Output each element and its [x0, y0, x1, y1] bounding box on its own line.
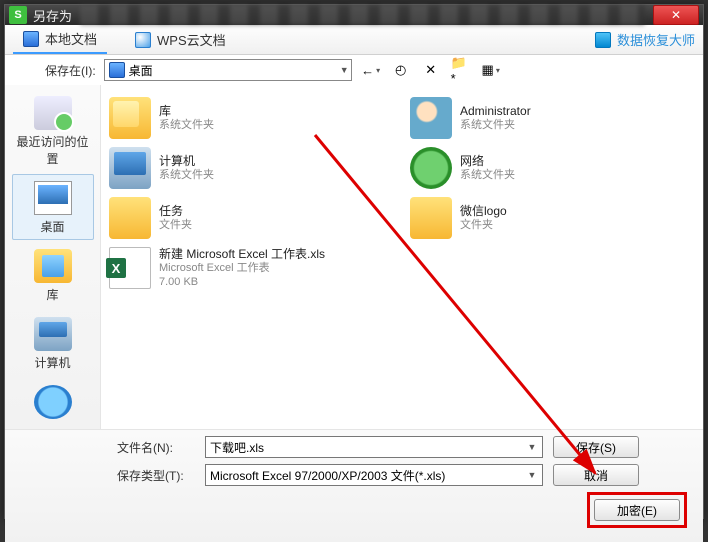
item-type: 系统文件夹	[159, 119, 214, 133]
list-item[interactable]: Administrator 系统文件夹	[408, 93, 697, 143]
save-button[interactable]: 保存(S)	[553, 436, 639, 458]
back-button[interactable]: ←	[360, 59, 382, 81]
dialog-body: 最近访问的位置 桌面 库 计算机	[5, 85, 703, 429]
place-label: 桌面	[40, 220, 64, 234]
title-bar: S 另存为 ✕	[5, 5, 703, 25]
place-desktop[interactable]: 桌面	[12, 174, 94, 240]
location-row: 保存在(I): 桌面 ▼ ← ◴ ✕ 📁* ▦	[5, 55, 703, 85]
item-type: 系统文件夹	[159, 169, 214, 183]
computer-item-icon	[109, 147, 151, 189]
monitor-icon	[23, 31, 39, 47]
place-libraries[interactable]: 库	[12, 242, 94, 308]
item-size: 7.00 KB	[159, 276, 325, 290]
list-item[interactable]: 库 系统文件夹	[107, 93, 396, 143]
filename-label: 文件名(N):	[117, 439, 195, 456]
delete-button[interactable]: ✕	[420, 59, 442, 81]
place-computer[interactable]: 计算机	[12, 310, 94, 376]
desktop-icon	[109, 62, 125, 78]
tab-local-label: 本地文档	[45, 29, 97, 48]
filetype-label: 保存类型(T):	[117, 467, 195, 484]
chevron-down-icon: ▼	[524, 470, 540, 480]
desktop-place-icon	[34, 181, 72, 215]
close-icon: ✕	[671, 8, 681, 22]
libraries-icon	[34, 249, 72, 283]
computer-icon	[34, 317, 72, 351]
app-icon: S	[9, 6, 27, 24]
back-icon: ←	[361, 63, 374, 78]
excel-file-icon	[109, 247, 151, 289]
places-sidebar: 最近访问的位置 桌面 库 计算机	[5, 85, 101, 429]
place-network[interactable]	[12, 378, 94, 427]
list-item[interactable]: 网络 系统文件夹	[408, 143, 697, 193]
item-name: Administrator	[460, 104, 531, 119]
item-name: 微信logo	[460, 204, 507, 219]
save-in-value: 桌面	[129, 62, 153, 79]
delete-icon: ✕	[425, 62, 436, 78]
cancel-button[interactable]: 取消	[553, 464, 639, 486]
cloud-icon	[135, 32, 151, 48]
view-icon: ▦	[482, 62, 494, 78]
item-name: 新建 Microsoft Excel 工作表.xls	[159, 247, 325, 262]
data-recovery-link[interactable]: 数据恢复大师	[595, 30, 695, 49]
up-icon: ◴	[395, 62, 406, 78]
list-item[interactable]: 任务 文件夹	[107, 193, 396, 243]
close-button[interactable]: ✕	[653, 5, 699, 25]
item-type: 系统文件夹	[460, 119, 531, 133]
chevron-down-icon: ▼	[340, 65, 349, 75]
recovery-icon	[595, 32, 611, 48]
item-type: 文件夹	[159, 219, 192, 233]
tab-cloud[interactable]: WPS云文档	[125, 26, 236, 53]
tab-local[interactable]: 本地文档	[13, 25, 107, 54]
list-item[interactable]: 计算机 系统文件夹	[107, 143, 396, 193]
new-folder-button[interactable]: 📁*	[450, 59, 472, 81]
recent-icon	[34, 96, 72, 130]
network-icon	[34, 385, 72, 419]
encrypt-button[interactable]: 加密(E)	[594, 499, 680, 521]
libraries-folder-icon	[109, 97, 151, 139]
save-as-dialog: S 另存为 ✕ 本地文档 WPS云文档 数据恢复大师 保存在(I): 桌面 ▼ …	[4, 4, 704, 519]
up-button[interactable]: ◴	[390, 59, 412, 81]
user-folder-icon	[410, 97, 452, 139]
place-recent[interactable]: 最近访问的位置	[12, 89, 94, 172]
new-folder-icon: 📁*	[451, 55, 471, 86]
recovery-label: 数据恢复大师	[617, 30, 695, 49]
place-label: 库	[46, 288, 58, 302]
place-label: 最近访问的位置	[16, 135, 88, 166]
list-item[interactable]: 新建 Microsoft Excel 工作表.xls Microsoft Exc…	[107, 243, 697, 294]
view-menu-button[interactable]: ▦	[480, 59, 502, 81]
window-title: 另存为	[33, 6, 72, 25]
chevron-down-icon: ▼	[524, 442, 540, 452]
folder-icon	[410, 197, 452, 239]
file-list[interactable]: 库 系统文件夹 Administrator 系统文件夹 计算机 系统文件夹	[101, 85, 703, 429]
item-name: 网络	[460, 154, 515, 169]
save-in-combo[interactable]: 桌面 ▼	[104, 59, 352, 81]
item-type: 系统文件夹	[460, 169, 515, 183]
tab-cloud-label: WPS云文档	[157, 30, 226, 49]
dialog-footer: 文件名(N): 下载吧.xls ▼ 保存(S) 保存类型(T): Microso…	[5, 429, 703, 542]
filetype-value: Microsoft Excel 97/2000/XP/2003 文件(*.xls…	[210, 467, 445, 484]
item-name: 任务	[159, 204, 192, 219]
list-item[interactable]: 微信logo 文件夹	[408, 193, 697, 243]
filename-input[interactable]: 下载吧.xls ▼	[205, 436, 543, 458]
item-type: 文件夹	[460, 219, 507, 233]
filetype-select[interactable]: Microsoft Excel 97/2000/XP/2003 文件(*.xls…	[205, 464, 543, 486]
item-type: Microsoft Excel 工作表	[159, 262, 325, 276]
place-label: 计算机	[34, 356, 70, 370]
network-item-icon	[410, 147, 452, 189]
source-tabs: 本地文档 WPS云文档 数据恢复大师	[5, 25, 703, 55]
title-blur-decor	[80, 5, 645, 25]
filename-value: 下载吧.xls	[210, 439, 264, 456]
item-name: 库	[159, 104, 214, 119]
folder-icon	[109, 197, 151, 239]
save-in-label: 保存在(I):	[45, 62, 96, 79]
item-name: 计算机	[159, 154, 214, 169]
